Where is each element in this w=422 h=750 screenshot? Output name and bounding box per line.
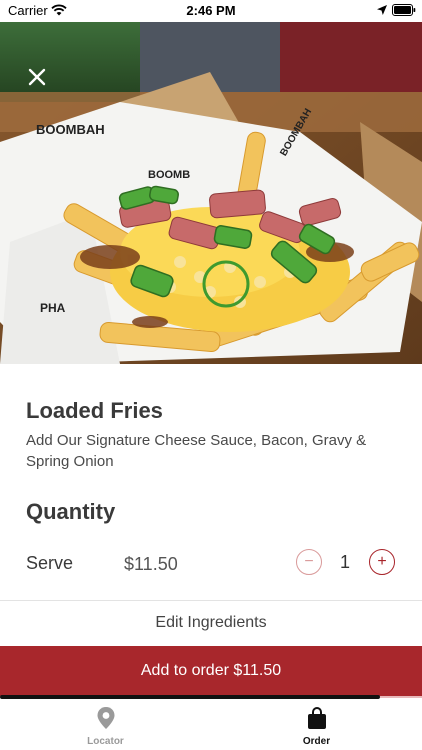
serve-price: $11.50 [124,554,178,574]
tab-bar: Locator Order [0,700,422,750]
wrapper-text-4: PHA [40,301,66,315]
tab-locator-label: Locator [87,736,124,747]
battery-icon [392,4,416,16]
status-bar: Carrier 2:46 PM [0,0,422,22]
increase-quantity-button[interactable]: + [369,549,395,575]
tab-order-label: Order [302,736,331,747]
location-arrow-icon [377,5,387,15]
product-hero-image: BOOMBAH BOOMB BOOMBAH PHA [0,22,422,364]
close-icon [28,68,46,86]
edit-ingredients-button[interactable]: Edit Ingredients [0,601,422,645]
add-to-order-button[interactable]: Add to order $11.50 [0,646,422,696]
tab-locator[interactable]: Locator [0,700,211,750]
progress-indicator [0,695,380,699]
product-title: Loaded Fries [26,398,163,423]
status-time: 2:46 PM [186,3,236,18]
serve-label: Serve [26,553,74,573]
quantity-value: 1 [339,552,350,572]
shopping-bag-icon [307,707,326,729]
progress-indicator-track [380,696,422,698]
loaded-fries-illustration: BOOMBAH BOOMB BOOMBAH PHA [0,22,422,364]
quantity-heading: Quantity [26,499,116,524]
product-description: Add Our Signature Cheese Sauce, Bacon, G… [26,432,367,470]
map-pin-icon [97,707,114,729]
wrapper-text-1: BOOMBAH [36,122,105,137]
tab-order[interactable]: Order [211,700,422,750]
wrapper-text-2: BOOMB [148,169,190,181]
close-button[interactable] [22,62,52,92]
decrease-quantity-button[interactable]: − [296,549,322,575]
